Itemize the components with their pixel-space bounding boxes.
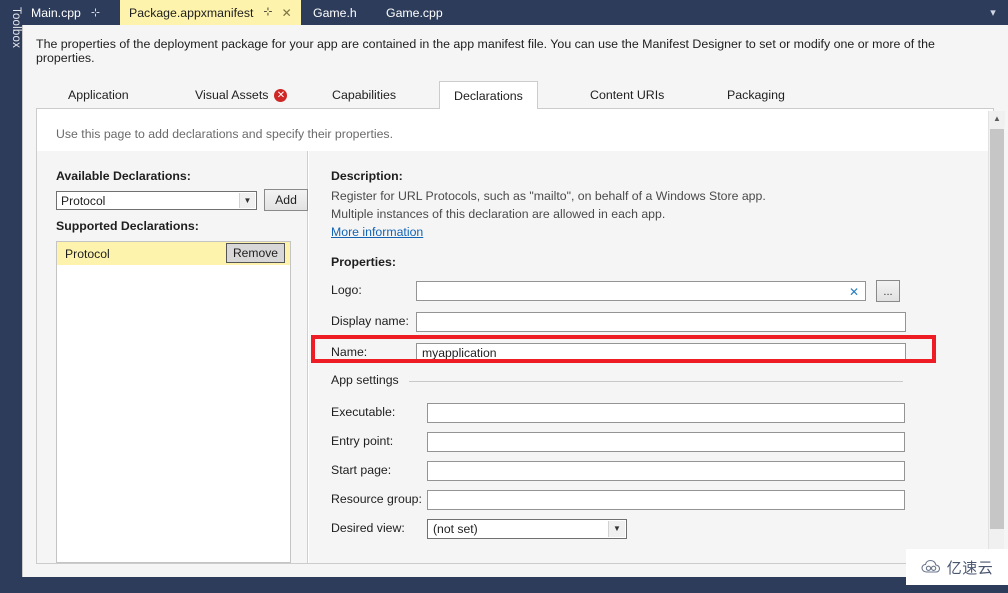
add-button[interactable]: Add — [264, 189, 308, 211]
tab-declarations[interactable]: Declarations — [439, 81, 538, 110]
scroll-up-icon[interactable]: ▲ — [989, 111, 1005, 127]
chevron-down-icon[interactable]: ▼ — [608, 521, 625, 537]
document-tab-strip: Main.cpp ⊹ Package.appxmanifest ⊹ ✕ Game… — [22, 0, 1008, 25]
tab-label: Capabilities — [332, 88, 397, 102]
app-settings-group: App settings Executable: Entry point: St… — [331, 373, 905, 539]
tab-label: Packaging — [727, 88, 785, 102]
vertical-scrollbar[interactable]: ▲ ▼ — [988, 111, 1005, 577]
tab-application[interactable]: Application — [54, 81, 143, 109]
document-tab-label: Game.cpp — [386, 6, 443, 20]
declarations-left-panel: Available Declarations: Protocol ▼ Add S… — [37, 151, 308, 563]
display-name-field-row: Display name: — [331, 312, 951, 332]
more-information-link[interactable]: More information — [331, 225, 423, 239]
desired-view-dropdown[interactable]: (not set) ▼ — [427, 519, 627, 539]
list-item[interactable]: Protocol Remove — [57, 242, 290, 265]
document-tab-game-h[interactable]: Game.h — [304, 1, 366, 25]
clear-icon[interactable]: ✕ — [849, 283, 859, 301]
description-line-2: Multiple instances of this declaration a… — [331, 207, 666, 221]
display-name-label: Display name: — [331, 314, 409, 328]
logo-input[interactable]: ✕ — [416, 281, 866, 301]
tab-capabilities[interactable]: Capabilities — [318, 81, 410, 109]
pin-icon[interactable]: ⊹ — [263, 7, 272, 18]
chevron-down-icon[interactable]: ▼ — [239, 193, 255, 208]
available-declarations-label: Available Declarations: — [56, 169, 191, 183]
app-settings-legend: App settings — [331, 373, 405, 387]
resource-group-label: Resource group: — [331, 492, 422, 506]
description-label: Description: — [331, 169, 403, 183]
start-page-label: Start page: — [331, 463, 392, 477]
properties-label: Properties: — [331, 255, 396, 269]
watermark-text: 亿速云 — [946, 559, 994, 577]
tab-label: Content URIs — [590, 88, 665, 102]
entry-point-input[interactable] — [427, 432, 905, 452]
logo-browse-button[interactable]: ... — [876, 280, 900, 302]
tab-label: Declarations — [454, 88, 523, 103]
name-input[interactable]: myapplication — [416, 343, 906, 363]
watermark: 亿速云 — [906, 549, 1008, 585]
executable-input[interactable] — [427, 403, 905, 423]
group-divider — [409, 381, 903, 382]
tab-content-uris[interactable]: Content URIs — [576, 81, 678, 109]
available-declarations-value: Protocol — [61, 193, 106, 208]
chevron-down-icon[interactable]: ▾ — [986, 6, 1000, 20]
supported-declarations-label: Supported Declarations: — [56, 219, 199, 233]
cloud-icon — [921, 559, 940, 573]
tab-label: Visual Assets — [195, 88, 269, 102]
document-tab-main-cpp[interactable]: Main.cpp ⊹ — [22, 1, 109, 25]
description-line-1: Register for URL Protocols, such as "mai… — [331, 189, 766, 203]
tab-label: Application — [68, 88, 129, 102]
entry-point-label: Entry point: — [331, 434, 394, 448]
name-field-row: Name: myapplication — [331, 343, 951, 363]
toolbox-strip[interactable]: Toolbox — [0, 0, 22, 593]
executable-label: Executable: — [331, 405, 396, 419]
start-page-input[interactable] — [427, 461, 905, 481]
scrollbar-thumb[interactable] — [990, 129, 1004, 529]
close-icon[interactable]: ✕ — [282, 7, 292, 19]
document-tab-label: Game.h — [313, 6, 357, 20]
document-tab-label: Main.cpp — [31, 6, 81, 20]
name-label: Name: — [331, 345, 368, 359]
resource-group-input[interactable] — [427, 490, 905, 510]
error-icon: ✕ — [274, 88, 288, 102]
desired-view-value: (not set) — [433, 522, 478, 536]
designer-tab-row: Application Visual Assets ✕ Capabilities… — [36, 81, 994, 110]
declarations-right-panel: Description: Register for URL Protocols,… — [309, 151, 993, 563]
document-tab-package-appxmanifest[interactable]: Package.appxmanifest ⊹ ✕ — [120, 0, 301, 25]
remove-button[interactable]: Remove — [225, 243, 285, 263]
list-item-label: Protocol — [65, 246, 110, 261]
declarations-page: Use this page to add declarations and sp… — [36, 109, 994, 564]
tab-visual-assets[interactable]: Visual Assets ✕ — [181, 81, 301, 109]
desired-view-label: Desired view: — [331, 521, 405, 535]
designer-intro-text: The properties of the deployment package… — [36, 37, 935, 65]
logo-field-row: Logo: ✕ ... — [331, 280, 951, 302]
pin-icon[interactable]: ⊹ — [91, 7, 100, 19]
tab-packaging[interactable]: Packaging — [713, 81, 799, 109]
document-tab-game-cpp[interactable]: Game.cpp — [377, 1, 452, 25]
page-hint-text: Use this page to add declarations and sp… — [56, 127, 393, 141]
display-name-input[interactable] — [416, 312, 906, 332]
manifest-designer: The properties of the deployment package… — [22, 25, 1008, 577]
visual-studio-window: Toolbox Main.cpp ⊹ Package.appxmanifest … — [0, 0, 1008, 593]
available-declarations-dropdown[interactable]: Protocol ▼ — [56, 191, 257, 210]
supported-declarations-list[interactable]: Protocol Remove — [56, 241, 291, 563]
logo-label: Logo: — [331, 283, 362, 297]
document-tab-label: Package.appxmanifest — [129, 5, 254, 20]
toolbox-label[interactable]: Toolbox — [0, 4, 22, 48]
